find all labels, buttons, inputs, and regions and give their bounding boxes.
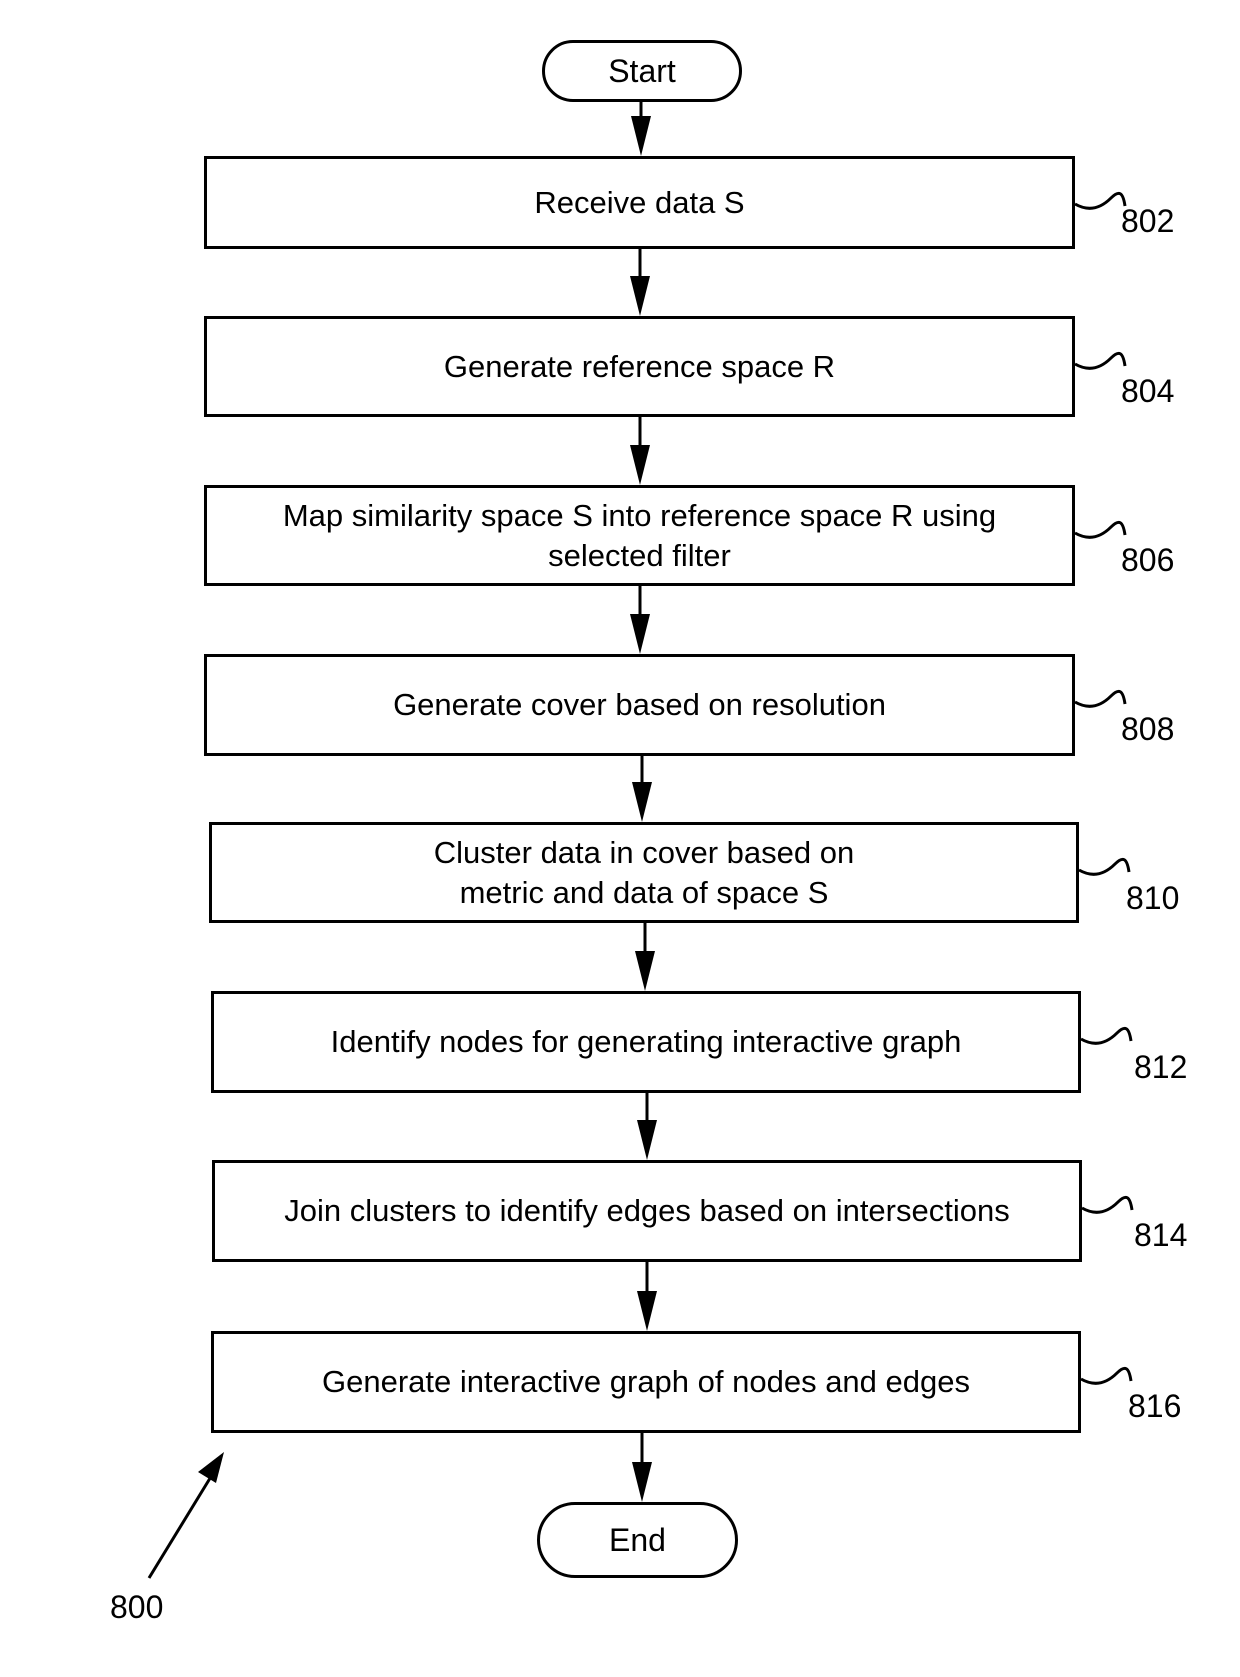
step-box-816: Generate interactive graph of nodes and …: [211, 1331, 1081, 1433]
arrowhead-icon: [632, 782, 652, 822]
reference-leader-squiggle: [1081, 1195, 1134, 1214]
step-box-808: Generate cover based on resolution: [204, 654, 1075, 756]
reference-leader-squiggle: [1078, 857, 1131, 876]
arrowhead-icon: [631, 116, 651, 156]
start-terminator: Start: [542, 40, 742, 102]
arrowhead-icon: [630, 614, 650, 654]
step-box-806: Map similarity space S into reference sp…: [204, 485, 1075, 586]
arrowhead-icon: [632, 1462, 652, 1502]
end-terminator: End: [537, 1502, 738, 1578]
ref-label-808: 808: [1121, 711, 1175, 747]
ref-label-814: 814: [1134, 1217, 1188, 1253]
end-label: End: [609, 1521, 666, 1558]
reference-leader-squiggle: [1074, 191, 1127, 210]
ref-label-810: 810: [1126, 880, 1180, 916]
start-label: Start: [608, 52, 676, 89]
step-label: Map similarity space S into reference sp…: [282, 497, 997, 573]
step-label: Cluster data in cover based on metric an…: [433, 834, 855, 910]
step-box-802: Receive data S: [204, 156, 1075, 249]
step-label: Join clusters to identify edges based on…: [284, 1193, 1010, 1228]
step-box-814: Join clusters to identify edges based on…: [212, 1160, 1082, 1262]
arrowhead-icon: [637, 1291, 657, 1331]
step-label: Generate reference space R: [443, 348, 836, 384]
reference-leader-squiggle: [1074, 689, 1127, 708]
figure-ref-label: 800: [110, 1589, 164, 1625]
ref-label-806: 806: [1121, 542, 1175, 578]
step-box-810: Cluster data in cover based on metric an…: [209, 822, 1079, 923]
arrowhead-icon: [630, 276, 650, 316]
step-box-812: Identify nodes for generating interactiv…: [211, 991, 1081, 1093]
ref-label-804: 804: [1121, 373, 1175, 409]
reference-leader-squiggle: [1080, 1026, 1133, 1045]
ref-label-802: 802: [1121, 203, 1175, 239]
reference-leader-squiggle: [1074, 520, 1127, 539]
ref-label-812: 812: [1134, 1049, 1188, 1085]
arrowhead-icon: [630, 445, 650, 485]
figure-pointer-arrow: [147, 1452, 224, 1579]
reference-leader-squiggle: [1080, 1366, 1133, 1385]
arrowhead-icon: [637, 1120, 657, 1160]
reference-leader-squiggle: [1074, 351, 1127, 370]
step-label: Generate cover based on resolution: [393, 687, 886, 722]
arrowhead-icon: [635, 951, 655, 991]
step-label: Receive data S: [534, 184, 745, 220]
step-label: Generate interactive graph of nodes and …: [321, 1364, 970, 1399]
step-label: Identify nodes for generating interactiv…: [330, 1024, 962, 1059]
step-box-804: Generate reference space R: [204, 316, 1075, 417]
ref-label-816: 816: [1128, 1388, 1182, 1424]
